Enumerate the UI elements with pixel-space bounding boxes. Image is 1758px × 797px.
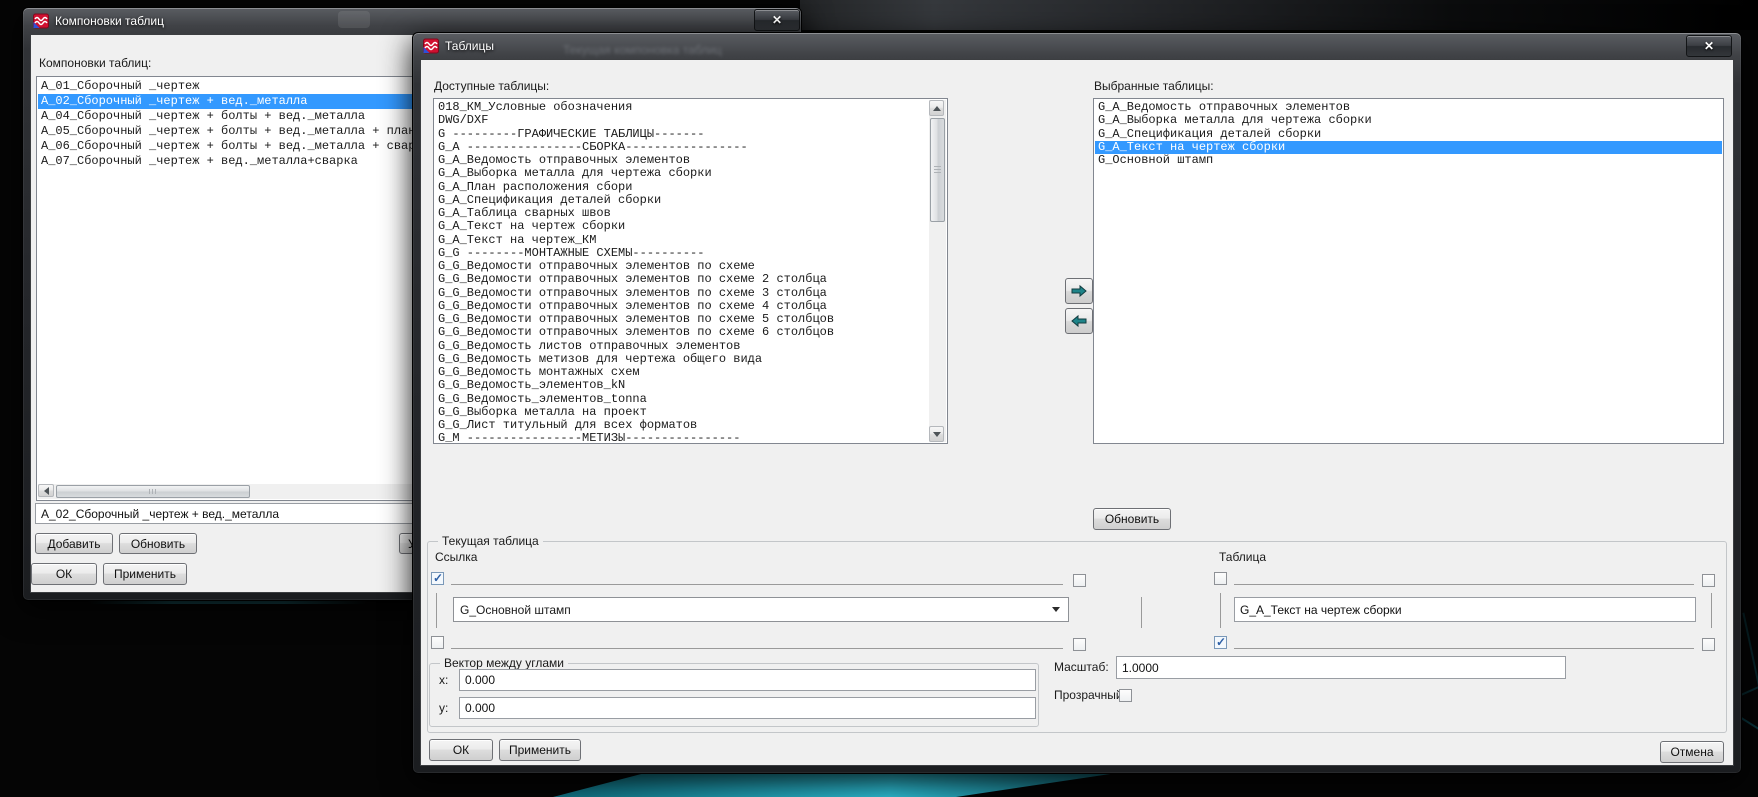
transparent-checkbox[interactable] — [1119, 689, 1132, 702]
x-label: x: — [439, 673, 449, 687]
list-item[interactable]: G_A_Выборка металла для чертежа сборки — [435, 166, 929, 180]
list-item[interactable]: G_A_Выборка металла для чертежа сборки — [1095, 113, 1722, 127]
link-corner-checkbox-tr[interactable] — [1073, 574, 1086, 587]
apply-button[interactable]: Применить — [499, 739, 581, 761]
app-icon — [423, 38, 439, 54]
apply-button[interactable]: Применить — [103, 563, 187, 585]
scale-input[interactable] — [1116, 656, 1566, 679]
table-right-line — [1711, 593, 1712, 628]
list-item[interactable]: G_A ----------------СБОРКА--------------… — [435, 140, 929, 154]
list-item[interactable]: G_A_План расположения сбори — [435, 180, 929, 194]
list-item[interactable]: G_A_Текст на чертеж сборки — [1095, 140, 1722, 154]
add-button[interactable]: Добавить — [35, 533, 113, 554]
chosen-tables-label: Выбранные таблицы: — [1094, 79, 1214, 93]
section-divider-line — [1141, 597, 1142, 628]
scroll-down-icon[interactable] — [929, 426, 944, 442]
list-item[interactable]: 018_КМ_Условные обозначения — [435, 101, 929, 114]
dialog-tables: Таблицы Текущая компоновка таблиц Доступ… — [412, 32, 1742, 774]
table-name-input[interactable] — [1234, 597, 1696, 622]
ok-button[interactable]: ОК — [31, 563, 97, 585]
titlebar-ghost-text: Текущая компоновка таблиц — [563, 43, 722, 57]
dialog1-title: Компоновки таблиц — [55, 14, 164, 28]
available-tables-listbox: 018_КМ_Условные обозначения DWG/DXF G ----… — [433, 98, 948, 444]
dialog1-titlebar[interactable]: Компоновки таблиц — [23, 8, 801, 34]
vertical-scrollbar[interactable] — [929, 100, 946, 442]
list-item[interactable]: G ---------ГРАФИЧЕСКИЕ ТАБЛИЦЫ------- — [435, 127, 929, 141]
list-item[interactable]: G_G_Ведомость метизов для чертежа общего… — [435, 352, 929, 366]
table-corner-checkbox-bl[interactable] — [1214, 635, 1227, 649]
refresh-button[interactable]: Обновить — [1093, 508, 1171, 530]
ok-button[interactable]: ОК — [429, 739, 493, 761]
list-item[interactable]: G_A_Текст на чертеж_КМ — [435, 233, 929, 247]
link-corner-checkbox-br[interactable] — [1073, 638, 1086, 651]
list-item[interactable]: G_Основной штамп — [1095, 153, 1722, 167]
list-item[interactable]: G_G --------МОНТАЖНЫЕ СХЕМЫ---------- — [435, 246, 929, 260]
list-item[interactable]: G_A_Спецификация деталей сборки — [1095, 127, 1722, 141]
list-item[interactable]: G_G_Ведомости отправочных элементов по с… — [435, 325, 929, 339]
table-corner-checkbox-tr[interactable] — [1702, 574, 1715, 587]
list-item[interactable]: G_G_Ведомость листов отправочных элемент… — [435, 339, 929, 353]
move-right-button[interactable] — [1065, 278, 1093, 304]
x-input[interactable] — [459, 669, 1036, 691]
link-section-label: Ссылка — [435, 550, 478, 564]
y-input[interactable] — [459, 697, 1036, 719]
available-tables-label: Доступные таблицы: — [434, 79, 550, 93]
list-item[interactable]: G_A_Текст на чертеж сборки — [435, 219, 929, 233]
list-item[interactable]: G_A_Ведомость отправочных элементов — [435, 153, 929, 167]
table-left-line — [1220, 593, 1221, 628]
layouts-list-label: Компоновки таблиц: — [39, 56, 152, 70]
list-item[interactable]: G_G_Ведомость_элементов_kN — [435, 378, 929, 392]
list-item[interactable]: G_G_Лист титульный для всех форматов — [435, 418, 929, 432]
move-left-button[interactable] — [1065, 308, 1093, 334]
list-item[interactable]: G_G_Ведомости отправочных элементов по с… — [435, 272, 929, 286]
dialog2-title: Таблицы — [445, 39, 495, 53]
link-left-line — [436, 593, 437, 628]
combo-dropdown-arrow-icon — [1052, 607, 1060, 616]
list-item[interactable]: G_G_Ведомость_элементов_tonna — [435, 392, 929, 406]
app-icon — [33, 13, 49, 29]
table-corner-checkbox-tl[interactable] — [1214, 572, 1227, 585]
scrollbar-thumb[interactable] — [930, 118, 945, 222]
table-bottom-line — [1234, 648, 1694, 649]
titlebar-glass-highlight — [338, 11, 370, 28]
list-item[interactable]: G_G_Ведомость монтажных схем — [435, 365, 929, 379]
list-item[interactable]: G_M ----------------МЕТИЗЫ--------------… — [435, 431, 929, 442]
transparent-label: Прозрачный — [1054, 688, 1123, 702]
chosen-tables-listbox: G_A_Ведомость отправочных элементов G_A_В… — [1093, 98, 1724, 444]
background-window-strip — [800, 0, 1758, 30]
current-table-group-label: Текущая таблица — [438, 534, 543, 548]
scrollbar-thumb[interactable] — [56, 485, 250, 498]
list-item[interactable]: G_A_Спецификация деталей сборки — [435, 193, 929, 207]
list-item[interactable]: G_G_Ведомости отправочных элементов по с… — [435, 299, 929, 313]
list-item[interactable]: G_A_Таблица сварных швов — [435, 206, 929, 220]
corner-vector-group-label: Вектор между углами — [440, 656, 568, 670]
link-combo-value: G_Основной штамп — [460, 602, 571, 617]
table-section-label: Таблица — [1219, 550, 1267, 564]
cad-backdrop-glow — [88, 601, 368, 604]
close-icon[interactable] — [1686, 35, 1732, 57]
link-corner-checkbox-tl[interactable] — [431, 571, 444, 585]
list-item[interactable]: DWG/DXF — [435, 113, 929, 127]
desktop: Компоновки таблиц Компоновки таблиц: А_0… — [0, 0, 1758, 797]
link-corner-checkbox-bl[interactable] — [431, 636, 444, 649]
update-button[interactable]: Обновить — [119, 533, 197, 554]
scroll-up-icon[interactable] — [929, 100, 944, 116]
link-top-line — [451, 584, 1063, 585]
list-item[interactable]: G_G_Ведомости отправочных элементов по с… — [435, 286, 929, 300]
list-item[interactable]: G_G_Ведомости отправочных элементов по с… — [435, 259, 929, 273]
y-label: y: — [439, 701, 449, 715]
link-table-combobox[interactable]: G_Основной штамп — [453, 597, 1069, 622]
link-bottom-line — [451, 648, 1063, 649]
list-item[interactable]: G_G_Ведомости отправочных элементов по с… — [435, 312, 929, 326]
list-item[interactable]: G_G_Выборка металла на проект — [435, 405, 929, 419]
close-icon[interactable] — [754, 9, 800, 31]
move-left-icon — [1071, 314, 1087, 328]
scroll-left-icon[interactable] — [38, 484, 54, 497]
cancel-button[interactable]: Отмена — [1660, 741, 1724, 763]
table-corner-checkbox-br[interactable] — [1702, 638, 1715, 651]
table-top-line — [1234, 584, 1694, 585]
scale-label: Масштаб: — [1054, 660, 1109, 674]
move-right-icon — [1071, 284, 1087, 298]
list-item[interactable]: G_A_Ведомость отправочных элементов — [1095, 101, 1722, 114]
